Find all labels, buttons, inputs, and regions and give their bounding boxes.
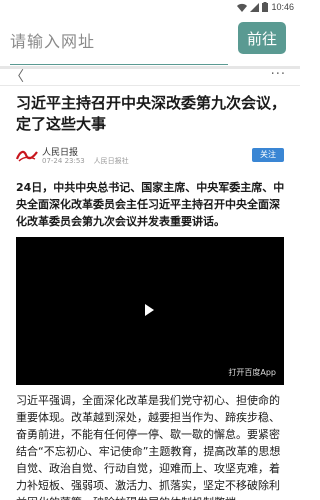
source-meta: 07-24 23:53 人民日报社 [42,156,129,166]
url-input[interactable] [10,24,220,58]
open-app-link[interactable]: 打开百度App [228,367,276,378]
signal-icon [250,2,260,12]
url-input-underline [10,64,228,65]
follow-button[interactable]: 关注 [252,148,284,162]
chevron-left-icon[interactable]: 〈 [10,69,24,85]
article: 习近平主持召开中央深改委第九次会议，定了这些大事 人民日报 07-24 23:5… [0,87,300,500]
video-player[interactable]: 打开百度App [16,237,284,385]
status-bar: 10:46 [0,0,300,14]
url-bar: 前往 [0,14,300,66]
wifi-icon [237,3,248,12]
go-button[interactable]: 前往 [238,22,286,54]
status-time: 10:46 [271,2,294,12]
article-title: 习近平主持召开中央深改委第九次会议，定了这些大事 [16,94,287,133]
article-body: 习近平强调，全面深化改革是我们党守初心、担使命的重要体现。改革越到深处，越要担当… [16,392,288,500]
battery-icon [262,2,269,12]
play-icon[interactable] [145,304,154,316]
article-nav-bar: 〈 ··· [0,67,300,86]
publish-date: 07-24 23:53 [42,157,85,165]
article-paragraph: 习近平强调，全面深化改革是我们党守初心、担使命的重要体现。改革越到深处，越要担当… [16,394,281,500]
people-daily-logo[interactable] [16,147,38,163]
source-account: 人民日报社 [93,157,129,165]
status-icons: 10:46 [237,1,294,13]
article-lead: 24日，中共中央总书记、国家主席、中央军委主席、中央全面深化改革委员会主任习近平… [16,181,285,228]
source-row: 人民日报 07-24 23:53 人民日报社 关注 [16,145,286,167]
more-icon[interactable]: ··· [271,67,286,83]
